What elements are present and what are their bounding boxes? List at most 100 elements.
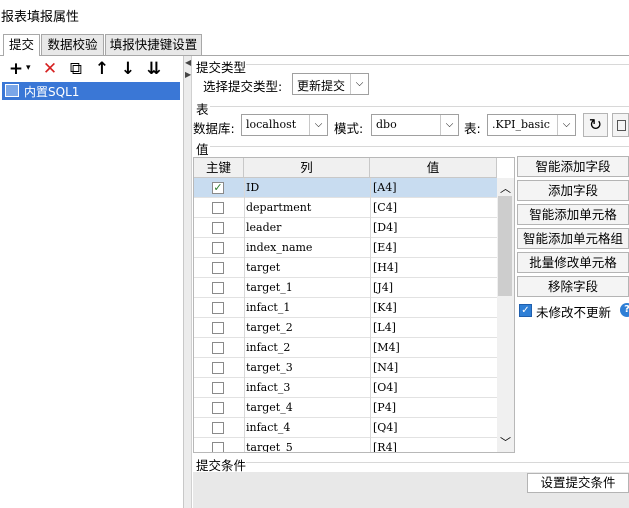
primary-key-checkbox[interactable] — [212, 282, 224, 294]
value-cell[interactable]: [K4] — [373, 301, 397, 314]
set-submit-condition-button[interactable]: 设置提交条件 — [527, 473, 629, 493]
primary-key-checkbox[interactable] — [212, 222, 224, 234]
column-cell[interactable]: infact_1 — [246, 301, 290, 314]
column-cell[interactable]: department — [246, 201, 311, 214]
column-cell[interactable]: leader — [246, 221, 281, 234]
submit-type-select[interactable]: 更新提交 ⌵ — [292, 73, 369, 95]
smart-add-cell-group-button[interactable]: 智能添加单元格组 — [517, 228, 629, 249]
section-divider — [210, 106, 629, 107]
table-row[interactable]: index_name [E4] — [194, 238, 497, 258]
primary-key-checkbox[interactable] — [212, 322, 224, 334]
value-cell[interactable]: [O4] — [373, 381, 398, 394]
column-cell[interactable]: infact_4 — [246, 421, 290, 434]
column-cell[interactable]: infact_2 — [246, 341, 290, 354]
cell-divider — [244, 418, 245, 438]
table-row[interactable]: leader [D4] — [194, 218, 497, 238]
table-row[interactable]: ✓ ID [A4] — [194, 178, 497, 198]
scrollbar-thumb[interactable] — [498, 196, 512, 296]
refresh-button[interactable]: ↻ — [583, 113, 608, 137]
batch-modify-cell-button[interactable]: 批量修改单元格 — [517, 252, 629, 273]
add-field-button[interactable]: 添加字段 — [517, 180, 629, 201]
collapse-left-icon[interactable]: ◀ — [185, 58, 191, 67]
smart-add-cell-button[interactable]: 智能添加单元格 — [517, 204, 629, 225]
value-cell[interactable]: [Q4] — [373, 421, 398, 434]
chevron-down-icon: ⌵ — [557, 115, 575, 135]
collapse-right-icon[interactable]: ▶ — [185, 70, 191, 79]
table-row[interactable]: target_4 [P4] — [194, 398, 497, 418]
value-cell[interactable]: [N4] — [373, 361, 398, 374]
copy-icon[interactable]: ⧉ — [66, 59, 86, 79]
table-row[interactable]: infact_4 [Q4] — [194, 418, 497, 438]
tab-data-validation[interactable]: 数据校验 — [41, 34, 104, 55]
column-cell[interactable]: target — [246, 261, 280, 274]
move-up-icon[interactable]: ↑ — [92, 59, 112, 79]
column-cell[interactable]: target_5 — [246, 441, 293, 452]
primary-key-checkbox[interactable] — [212, 442, 224, 452]
table-row[interactable]: infact_3 [O4] — [194, 378, 497, 398]
primary-key-checkbox[interactable] — [212, 402, 224, 414]
column-cell[interactable]: index_name — [246, 241, 312, 254]
value-cell[interactable]: [D4] — [373, 221, 397, 234]
value-cell[interactable]: [J4] — [373, 281, 393, 294]
cell-divider — [370, 258, 371, 278]
preview-table-button[interactable] — [612, 113, 629, 137]
table-select[interactable]: .KPI_basic ⌵ — [487, 114, 576, 136]
table-row[interactable]: target_2 [L4] — [194, 318, 497, 338]
cell-divider — [244, 298, 245, 318]
header-column[interactable]: 列 — [244, 158, 370, 178]
value-cell[interactable]: [C4] — [373, 201, 397, 214]
preview-icon — [617, 120, 626, 131]
left-toolbar: + ▾ ✕ ⧉ ↑ ↓ ⇊ — [0, 56, 184, 82]
add-icon[interactable]: + — [6, 59, 26, 79]
delete-icon[interactable]: ✕ — [40, 59, 60, 79]
scroll-up-icon[interactable]: ︿ — [500, 180, 511, 196]
cell-divider — [244, 438, 245, 452]
value-cell[interactable]: [H4] — [373, 261, 398, 274]
pane-splitter[interactable] — [184, 56, 192, 508]
primary-key-checkbox[interactable] — [212, 242, 224, 254]
remove-field-button[interactable]: 移除字段 — [517, 276, 629, 297]
move-down-icon[interactable]: ↓ — [118, 59, 138, 79]
primary-key-checkbox[interactable] — [212, 422, 224, 434]
move-bottom-icon[interactable]: ⇊ — [144, 59, 164, 79]
table-row[interactable]: target_1 [J4] — [194, 278, 497, 298]
table-row[interactable]: infact_2 [M4] — [194, 338, 497, 358]
primary-key-checkbox[interactable]: ✓ — [212, 182, 224, 194]
primary-key-checkbox[interactable] — [212, 302, 224, 314]
column-cell[interactable]: target_4 — [246, 401, 293, 414]
add-dropdown-icon[interactable]: ▾ — [26, 63, 31, 73]
column-cell[interactable]: target_1 — [246, 281, 293, 294]
smart-add-field-button[interactable]: 智能添加字段 — [517, 156, 629, 177]
primary-key-checkbox[interactable] — [212, 382, 224, 394]
primary-key-checkbox[interactable] — [212, 342, 224, 354]
table-row[interactable]: target [H4] — [194, 258, 497, 278]
value-cell[interactable]: [P4] — [373, 401, 396, 414]
primary-key-checkbox[interactable] — [212, 362, 224, 374]
no-update-unmodified-checkbox[interactable]: ✓ — [519, 304, 532, 317]
tab-shortcut-settings[interactable]: 填报快捷键设置 — [105, 34, 202, 55]
help-icon[interactable]: ? — [620, 303, 629, 317]
table-row[interactable]: target_3 [N4] — [194, 358, 497, 378]
table-row[interactable]: target_5 [R4] — [194, 438, 497, 452]
table-row[interactable]: department [C4] — [194, 198, 497, 218]
value-cell[interactable]: [A4] — [373, 181, 397, 194]
column-cell[interactable]: infact_3 — [246, 381, 290, 394]
value-cell[interactable]: [E4] — [373, 241, 397, 254]
primary-key-checkbox[interactable] — [212, 262, 224, 274]
schema-select[interactable]: dbo ⌵ — [371, 114, 459, 136]
header-value[interactable]: 值 — [370, 158, 497, 178]
table-row[interactable]: infact_1 [K4] — [194, 298, 497, 318]
value-cell[interactable]: [L4] — [373, 321, 396, 334]
column-cell[interactable]: ID — [246, 181, 259, 194]
value-cell[interactable]: [R4] — [373, 441, 397, 452]
database-select[interactable]: localhost ⌵ — [241, 114, 328, 136]
column-cell[interactable]: target_2 — [246, 321, 293, 334]
primary-key-checkbox[interactable] — [212, 202, 224, 214]
field-mapping-table: 主键 列 值 ✓ ID [A4] department [C4] leader [D4] in… — [193, 157, 515, 453]
tab-submit[interactable]: 提交 — [3, 34, 40, 56]
column-cell[interactable]: target_3 — [246, 361, 293, 374]
tree-item-sql[interactable]: 内置SQL1 — [2, 82, 180, 100]
scroll-down-icon[interactable]: ﹀ — [500, 434, 511, 450]
value-cell[interactable]: [M4] — [373, 341, 400, 354]
header-primary-key[interactable]: 主键 — [194, 158, 244, 178]
